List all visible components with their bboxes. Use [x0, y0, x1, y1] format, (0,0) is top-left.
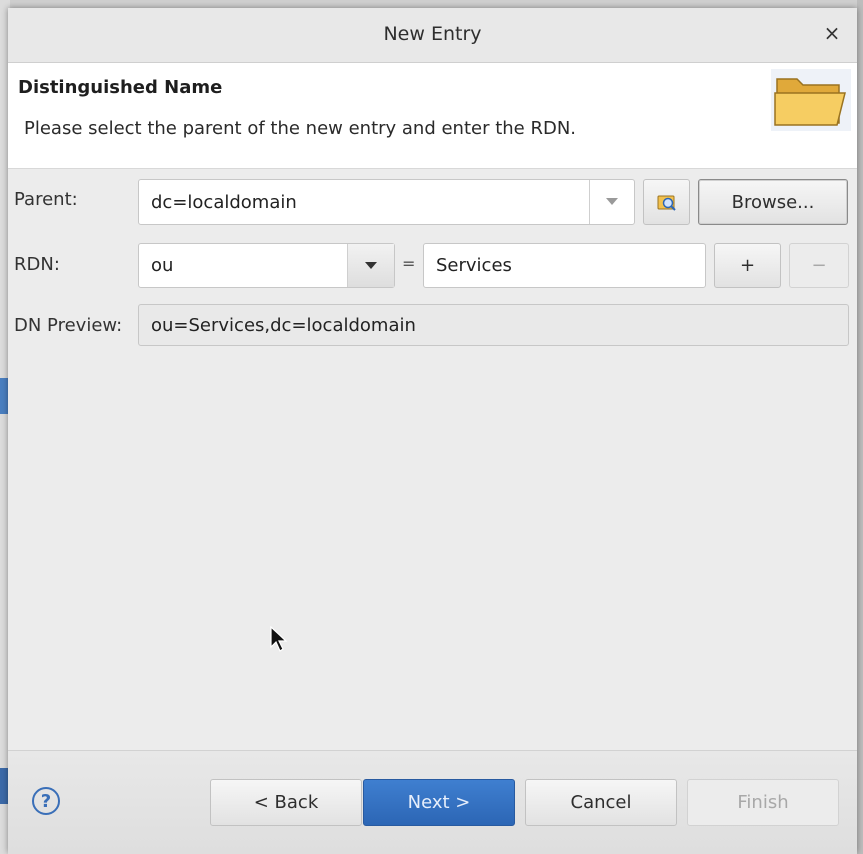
parent-label: Parent:: [14, 189, 78, 210]
background-selection: [0, 378, 8, 414]
rdn-value: Services: [436, 255, 512, 276]
mouse-cursor-icon: [270, 626, 288, 652]
dialog-titlebar: New Entry ×: [8, 8, 857, 63]
page-title: Distinguished Name: [18, 77, 223, 98]
new-entry-dialog: New Entry × Distinguished Name Please se…: [8, 8, 857, 854]
dn-preview-value: ou=Services,dc=localdomain: [151, 314, 416, 336]
parent-locate-button[interactable]: [643, 179, 690, 225]
wizard-header: Distinguished Name Please select the par…: [8, 63, 857, 169]
background-app-edge-top: [0, 0, 863, 8]
locate-entry-icon: [657, 195, 676, 211]
parent-value: dc=localdomain: [151, 191, 297, 213]
browse-button[interactable]: Browse...: [698, 179, 848, 225]
dialog-footer: ? < Back Next > Cancel Finish: [8, 750, 857, 854]
dn-preview-field: ou=Services,dc=localdomain: [138, 304, 849, 346]
next-button[interactable]: Next >: [363, 779, 515, 826]
background-app-edge-right: [857, 0, 863, 854]
finish-button[interactable]: Finish: [687, 779, 839, 826]
rdn-value-input[interactable]: Services: [423, 243, 706, 288]
page-description: Please select the parent of the new entr…: [24, 118, 577, 139]
rdn-attribute-dropdown-button[interactable]: [347, 244, 394, 287]
back-button[interactable]: < Back: [210, 779, 362, 826]
remove-rdn-button[interactable]: −: [789, 243, 849, 288]
dn-preview-label: DN Preview:: [14, 315, 123, 336]
chevron-down-icon: [365, 261, 377, 269]
rdn-label: RDN:: [14, 254, 60, 275]
rdn-attribute-value: ou: [151, 255, 174, 276]
chevron-down-icon: [606, 198, 618, 205]
background-selection: [0, 768, 8, 804]
equals-sign: =: [402, 254, 416, 273]
close-icon[interactable]: ×: [821, 22, 843, 44]
dialog-title: New Entry: [383, 23, 482, 45]
cancel-button[interactable]: Cancel: [525, 779, 677, 826]
parent-combo[interactable]: dc=localdomain: [138, 179, 635, 225]
help-icon[interactable]: ?: [32, 787, 60, 815]
rdn-attribute-combo[interactable]: ou: [138, 243, 395, 288]
add-rdn-button[interactable]: +: [714, 243, 781, 288]
parent-dropdown-button[interactable]: [589, 180, 634, 224]
folder-icon: [771, 69, 851, 131]
